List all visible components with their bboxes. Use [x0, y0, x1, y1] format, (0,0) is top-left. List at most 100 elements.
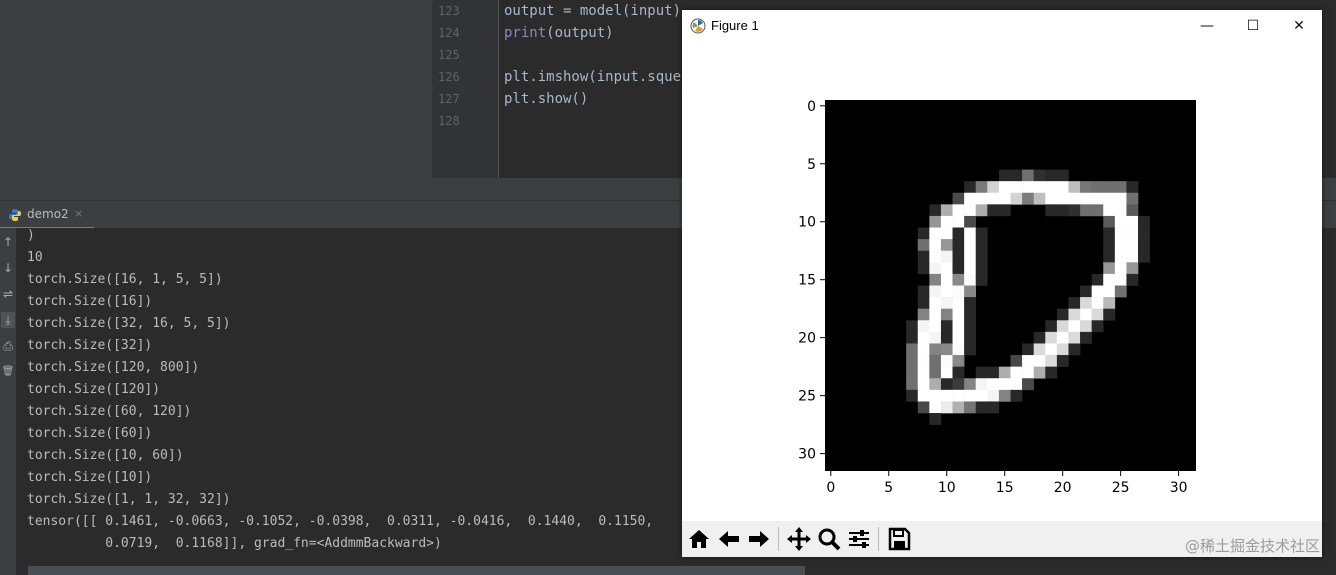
image-pixel [1114, 239, 1127, 252]
image-pixel [1080, 331, 1092, 344]
image-pixel [1033, 181, 1046, 194]
image-pixel [1068, 192, 1081, 205]
image-pixel [1138, 250, 1150, 263]
image-pixel [929, 273, 942, 286]
image-pixel [975, 204, 988, 217]
image-pixel [1126, 239, 1139, 252]
image-pixel [1033, 343, 1046, 356]
back-icon[interactable] [715, 525, 743, 553]
image-pixel [975, 239, 988, 252]
image-pixel [1091, 285, 1104, 298]
image-pixel [998, 181, 1011, 194]
console-line: torch.Size([16, 1, 5, 5]) [27, 272, 223, 287]
image-pixel [1068, 297, 1081, 309]
image-pixel [1068, 308, 1081, 321]
image-pixel [1103, 308, 1116, 321]
minimize-button[interactable]: — [1184, 10, 1230, 42]
image-pixel [1080, 285, 1092, 298]
image-plot[interactable]: 0 5 10 15 20 25 30 0 5 10 15 20 25 30 [682, 42, 1322, 521]
image-pixel [1045, 169, 1058, 182]
image-pixel [1103, 215, 1116, 228]
home-icon[interactable] [685, 525, 713, 553]
image-pixel [1091, 297, 1104, 309]
image-pixel [952, 389, 965, 402]
code-text: (output) [546, 25, 614, 41]
forward-icon[interactable] [745, 525, 773, 553]
image-pixel [1114, 215, 1127, 228]
image-pixel [952, 320, 965, 333]
code-line[interactable]: plt.imshow(input.squee [504, 69, 689, 85]
figure-window[interactable]: Figure 1 — ☐ ✕ 0 5 10 15 20 25 30 0 5 10 15 20 25 30 [682, 10, 1322, 557]
line-number: 123 [438, 4, 460, 18]
image-pixel [975, 401, 988, 414]
x-tick-label: 30 [1170, 480, 1188, 496]
y-tick-label: 5 [807, 157, 816, 173]
figure-titlebar[interactable]: Figure 1 — ☐ ✕ [682, 10, 1322, 42]
image-pixel [917, 285, 930, 298]
run-tab-demo2[interactable]: demo2 × [0, 201, 94, 229]
soft-wrap-icon[interactable]: ⇌ [1, 286, 15, 302]
close-button[interactable]: ✕ [1276, 10, 1322, 42]
maximize-button[interactable]: ☐ [1230, 10, 1276, 42]
line-gutter: 123 124 125 126 127 128 [432, 0, 499, 178]
code-line[interactable]: print(output) [504, 25, 614, 41]
image-pixel [987, 378, 1000, 391]
up-arrow-icon[interactable]: ↑ [1, 234, 15, 250]
image-pixel [940, 250, 953, 263]
image-pixel [917, 320, 930, 333]
image-pixel [917, 378, 930, 391]
image-pixel [1022, 181, 1034, 194]
image-pixel [975, 389, 988, 402]
image-pixel [1022, 366, 1034, 379]
y-tick-label: 30 [798, 447, 816, 463]
image-pixel [906, 366, 919, 379]
scroll-to-end-icon[interactable]: ⤓ [1, 312, 15, 328]
image-pixel [1091, 181, 1104, 194]
image-pixel [1080, 297, 1092, 309]
image-pixel [929, 378, 942, 391]
image-pixel [952, 366, 965, 379]
configure-icon[interactable] [845, 525, 873, 553]
image-pixel [964, 181, 977, 194]
image-pixel [940, 331, 953, 344]
image-pixel [964, 320, 977, 333]
image-pixel [1022, 192, 1034, 205]
console-line: torch.Size([10, 60]) [27, 448, 184, 463]
image-pixel [940, 297, 953, 309]
image-pixel [975, 192, 988, 205]
image-pixel [952, 308, 965, 321]
trash-icon[interactable]: 🗑 [1, 364, 15, 380]
image-pixel [1114, 285, 1127, 298]
image-pixel [964, 285, 977, 298]
zoom-icon[interactable] [815, 525, 843, 553]
image-pixel [1126, 273, 1139, 286]
close-icon[interactable]: × [74, 207, 83, 220]
image-pixel [975, 250, 988, 263]
image-pixel [1056, 181, 1069, 194]
horizontal-scrollbar[interactable] [28, 566, 805, 575]
image-pixel [964, 389, 977, 402]
image-pixel [1010, 355, 1023, 367]
image-pixel [975, 227, 988, 240]
image-pixel [906, 331, 919, 344]
save-icon[interactable] [885, 525, 913, 553]
image-pixel [975, 262, 988, 275]
image-pixel [1091, 273, 1104, 286]
image-pixel [1114, 262, 1127, 275]
image-pixel [917, 227, 930, 240]
image-pixel [1056, 331, 1069, 344]
image-pixel [987, 401, 1000, 414]
image-pixel [1068, 331, 1081, 344]
code-line[interactable]: output = model(input) [504, 3, 681, 19]
image-pixel [1138, 239, 1150, 252]
code-line[interactable]: plt.show() [504, 91, 588, 107]
image-pixel [964, 343, 977, 356]
image-pixel [940, 366, 953, 379]
down-arrow-icon[interactable]: ↓ [1, 260, 15, 276]
print-icon[interactable]: ⎙ [1, 338, 15, 354]
image-pixel [1045, 204, 1058, 217]
image-pixel [952, 239, 965, 252]
image-pixel [1033, 366, 1046, 379]
image-pixel [1068, 320, 1081, 333]
pan-icon[interactable] [785, 525, 813, 553]
